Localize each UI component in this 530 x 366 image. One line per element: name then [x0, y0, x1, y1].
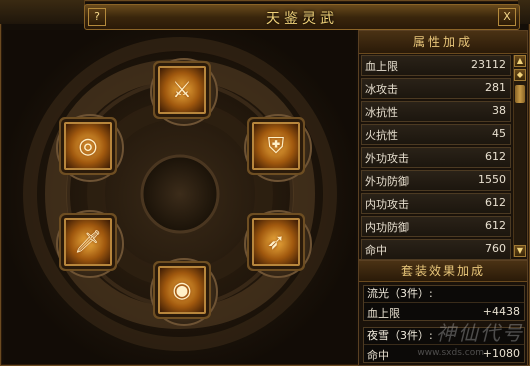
list-item: 外功防御 1550	[361, 170, 511, 191]
list-item: 命中 760	[361, 239, 511, 260]
armor-icon: ⛨	[267, 133, 285, 159]
equip-slot-top[interactable]: ⚔	[158, 66, 206, 114]
watermark-logo: 神仙代号	[436, 321, 524, 345]
equip-slot-right-bottom[interactable]: ➶	[252, 218, 300, 266]
attribute-value: 45	[492, 127, 506, 140]
spear-icon: ⚔	[172, 77, 192, 103]
scroll-thumb[interactable]	[515, 85, 525, 103]
attribute-value: 38	[492, 104, 506, 117]
title-bar: ? 天鉴灵武 X	[84, 4, 520, 30]
attribute-name: 冰抗性	[365, 106, 398, 119]
list-item: 火抗性 45	[361, 124, 511, 145]
scroll-top-button[interactable]: ◆	[514, 69, 526, 81]
scroll-up-button[interactable]: ▲	[514, 55, 526, 67]
set-attribute: 血上限	[367, 307, 400, 320]
attribute-name: 冰攻击	[365, 83, 398, 96]
attribute-value: 23112	[471, 58, 506, 71]
set-bonus-value: +1080	[482, 347, 520, 360]
attribute-name: 内功攻击	[365, 198, 409, 211]
equip-slot-left-bottom[interactable]: 🗡	[64, 218, 112, 266]
attribute-name: 外功防御	[365, 175, 409, 188]
background-strip-left	[0, 0, 85, 24]
attribute-name: 命中	[365, 244, 387, 257]
attribute-name: 血上限	[365, 60, 398, 73]
attribute-list: 血上限 23112 冰攻击 281 冰抗性 38 火抗性 45 外功攻击 612 外功防御…	[361, 55, 511, 285]
equip-slot-left-top[interactable]: ◎	[64, 122, 112, 170]
set-name: 流光（3件）:	[364, 286, 524, 303]
attribute-name: 火抗性	[365, 129, 398, 142]
attribute-value: 612	[485, 150, 506, 163]
close-button[interactable]: X	[498, 8, 516, 26]
attribute-bonus-panel: 属性加成 血上限 23112 冰攻击 281 冰抗性 38 火抗性 45 外功攻击 612…	[358, 30, 528, 283]
bracelet-icon: ◉	[172, 277, 192, 303]
bow-icon: ➶	[266, 229, 286, 255]
ring-icon: ◎	[78, 133, 98, 159]
equip-slot-bottom[interactable]: ◉	[158, 266, 206, 314]
equipment-emblem: ⚔ ◎ ⛨ 🗡 ➶ ◉	[4, 30, 356, 364]
list-item: 冰抗性 38	[361, 101, 511, 122]
blade-icon: 🗡	[74, 229, 102, 255]
equip-slot-right-top[interactable]: ⛨	[252, 122, 300, 170]
set-panel-header: 套装效果加成	[359, 261, 527, 282]
attribute-scrollbar[interactable]: ▲ ◆ ▼	[513, 55, 526, 257]
scroll-down-button[interactable]: ▼	[514, 245, 526, 257]
attribute-value: 612	[485, 219, 506, 232]
window-title: 天鉴灵武	[266, 11, 338, 27]
attribute-value: 281	[485, 81, 506, 94]
set-attribute: 命中	[367, 349, 389, 362]
list-item: 内功攻击 612	[361, 193, 511, 214]
attribute-name: 内功防御	[365, 221, 409, 234]
watermark-url: www.sxds.com	[417, 348, 484, 358]
attribute-value: 760	[485, 242, 506, 255]
window-frame: ? 天鉴灵武 X ⚔ ◎ ⛨ 🗡 ➶ ◉ 属性加成 血上限 23112 冰攻击 …	[0, 0, 530, 366]
list-item: 血上限 23112	[361, 55, 511, 76]
attribute-panel-header: 属性加成	[359, 31, 527, 54]
attribute-name: 外功攻击	[365, 152, 409, 165]
set-entry: 流光（3件）: 血上限 +4438	[363, 285, 525, 321]
list-item: 冰攻击 281	[361, 78, 511, 99]
list-item: 外功攻击 612	[361, 147, 511, 168]
list-item: 内功防御 612	[361, 216, 511, 237]
attribute-value: 1550	[478, 173, 506, 186]
attribute-value: 612	[485, 196, 506, 209]
